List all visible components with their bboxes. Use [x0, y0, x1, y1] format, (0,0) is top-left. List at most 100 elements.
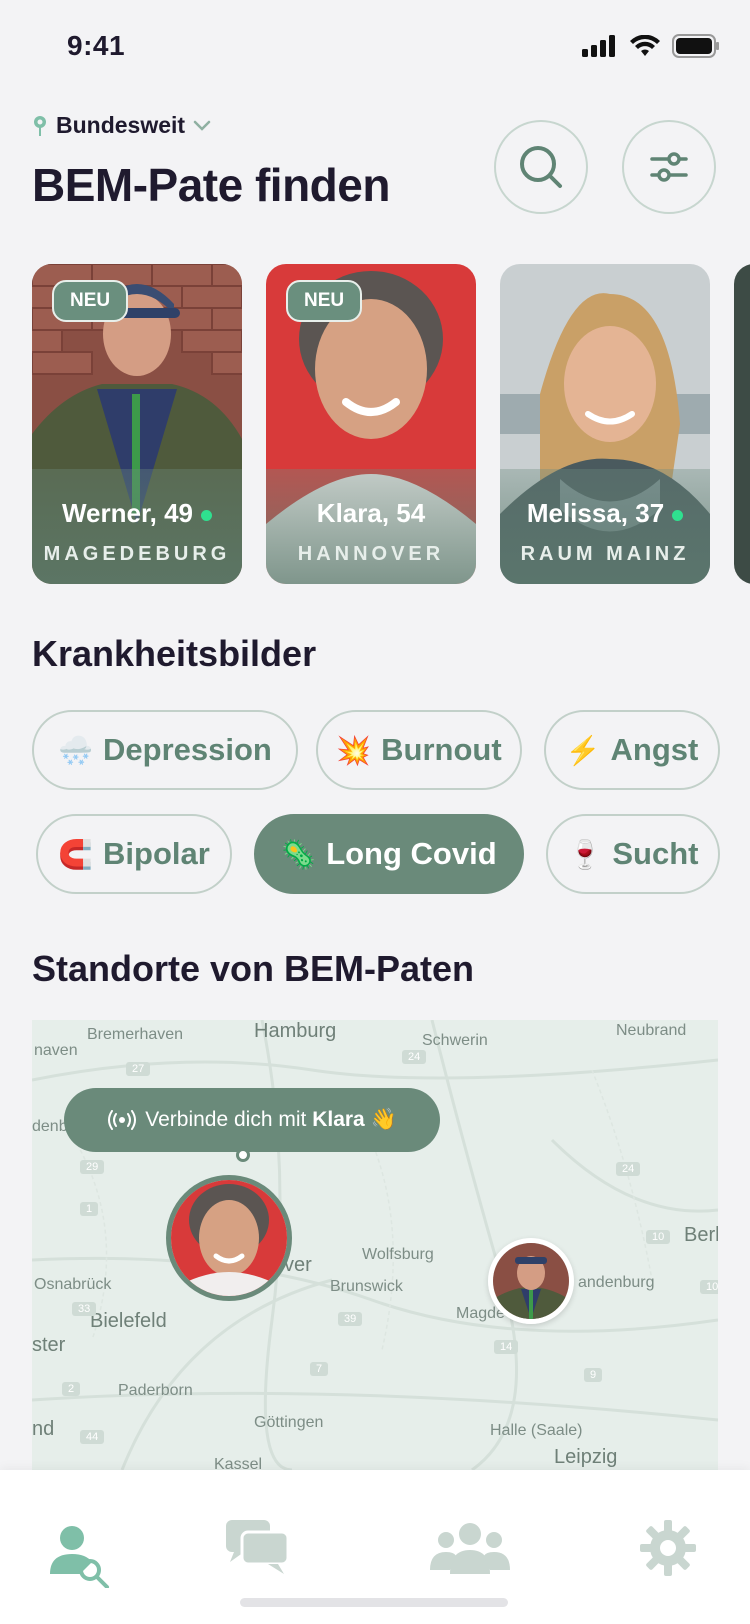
- map-label: Bielefeld: [90, 1310, 167, 1332]
- road-number: 9: [584, 1368, 603, 1382]
- chip-label: Burnout: [381, 732, 502, 767]
- status-time: 9:41: [67, 30, 126, 61]
- location-label: Bundesweit: [56, 112, 186, 138]
- map-label: Wolfsburg: [362, 1246, 434, 1263]
- road-number: 24: [402, 1050, 427, 1064]
- road-number: 29: [80, 1160, 105, 1174]
- profile-card-werner[interactable]: NEU Werner, 49 MAGEDEBURG: [32, 264, 242, 584]
- page-title: BEM-Pate finden: [32, 159, 390, 211]
- chip-angst[interactable]: ⚡ Angst: [544, 710, 720, 790]
- connect-callout[interactable]: Verbinde dich mit Klara 👋: [64, 1088, 440, 1152]
- search-person-icon: [50, 1526, 109, 1589]
- avatar-photo: [171, 1180, 287, 1296]
- avatar-photo: [493, 1243, 569, 1319]
- map-label: Göttingen: [254, 1414, 324, 1431]
- chip-label: Angst: [610, 732, 699, 767]
- map-title: Standorte von BEM-Paten: [32, 948, 475, 989]
- chip-label: Depression: [103, 732, 272, 767]
- road-number: 44: [80, 1430, 105, 1444]
- map-label: Hamburg: [254, 1020, 337, 1042]
- chip-label: Sucht: [612, 836, 699, 871]
- profile-name: Werner, 49: [32, 498, 242, 529]
- microbe-icon: 🦠: [281, 838, 317, 870]
- chip-label: Long Covid: [326, 836, 497, 871]
- broadcast-icon: [108, 1110, 137, 1130]
- status-icons: [582, 34, 720, 58]
- lightning-icon: ⚡: [565, 734, 601, 766]
- map-avatar-werner[interactable]: [488, 1238, 574, 1324]
- chevron-down-icon: [193, 120, 211, 131]
- profile-name: Melissa, 37: [500, 498, 710, 529]
- chip-label: Bipolar: [103, 836, 210, 871]
- map-label: Halle (Saale): [490, 1422, 583, 1439]
- battery-icon: [672, 34, 719, 58]
- callout-pin: [236, 1148, 250, 1162]
- road-number: 10: [700, 1280, 718, 1294]
- search-button[interactable]: [494, 120, 588, 214]
- tab-find-mentor[interactable]: [50, 1524, 112, 1593]
- map-label: Berl: [684, 1224, 718, 1246]
- callout-text: Verbinde dich mit Klara 👋: [145, 1108, 397, 1131]
- online-indicator: [672, 509, 684, 521]
- road-number: 27: [126, 1062, 151, 1076]
- road-number: 1: [80, 1202, 99, 1216]
- chip-burnout[interactable]: 💥 Burnout: [316, 710, 522, 790]
- map-label: Neubrand: [616, 1022, 687, 1039]
- map-label: nd: [32, 1418, 55, 1440]
- location-selector[interactable]: Bundesweit: [32, 112, 211, 139]
- road-number: 10: [646, 1230, 671, 1244]
- road-number: 2: [62, 1382, 81, 1396]
- group-icon: [430, 1523, 510, 1574]
- filter-button[interactable]: [622, 120, 716, 214]
- map-label: denb: [32, 1118, 68, 1135]
- search-icon: [520, 146, 562, 188]
- map-label: Osnabrück: [34, 1276, 112, 1293]
- signal-icon: [582, 35, 615, 57]
- conditions-title: Krankheitsbilder: [32, 633, 317, 674]
- profile-card-klara[interactable]: NEU Klara, 54 HANNOVER: [266, 264, 476, 584]
- chip-sucht[interactable]: 🍷 Sucht: [546, 814, 720, 894]
- map-avatar-klara[interactable]: [166, 1175, 292, 1301]
- profile-carousel[interactable]: NEU Werner, 49 MAGEDEBURG NEU Klara, 54 …: [32, 264, 750, 584]
- snow-cloud-icon: 🌨️: [58, 734, 94, 766]
- location-pin-icon: [34, 115, 46, 136]
- tab-chat[interactable]: [226, 1520, 290, 1581]
- new-badge: NEU: [52, 280, 129, 322]
- chip-bipolar[interactable]: 🧲 Bipolar: [36, 814, 232, 894]
- map-label: Kassel: [214, 1456, 263, 1470]
- waving-hand-icon: 👋: [370, 1108, 397, 1131]
- wine-glass-icon: 🍷: [567, 838, 603, 870]
- chip-depression[interactable]: 🌨️ Depression: [32, 710, 298, 790]
- gear-icon: [640, 1520, 696, 1576]
- road-number: 33: [72, 1302, 97, 1316]
- map-label: naven: [34, 1042, 78, 1059]
- road-number: 7: [310, 1362, 329, 1376]
- profile-city: RAUM MAINZ: [520, 543, 690, 565]
- filter-sliders-icon: [650, 152, 688, 182]
- online-indicator: [201, 509, 213, 521]
- map-label: ster: [32, 1334, 66, 1356]
- map-label: Bremerhaven: [87, 1026, 184, 1043]
- wifi-icon: [630, 35, 660, 56]
- road-number: 24: [616, 1162, 641, 1176]
- profile-card-next-peek[interactable]: [734, 264, 750, 584]
- new-badge: NEU: [286, 280, 363, 322]
- map-label: andenburg: [578, 1274, 655, 1291]
- map-label: Paderborn: [118, 1382, 193, 1399]
- magnet-icon: 🧲: [58, 838, 94, 870]
- tab-settings[interactable]: [640, 1520, 696, 1581]
- chat-icon: [226, 1520, 290, 1574]
- chip-long-covid[interactable]: 🦠 Long Covid: [254, 814, 524, 894]
- map-label: Schwerin: [422, 1032, 488, 1049]
- profile-city: HANNOVER: [297, 543, 445, 565]
- home-indicator: [240, 1598, 508, 1607]
- road-number: 14: [494, 1340, 519, 1354]
- road-number: 39: [338, 1312, 363, 1326]
- tab-community[interactable]: [430, 1522, 510, 1579]
- profile-city: MAGEDEBURG: [43, 543, 231, 565]
- map-label: Leipzig: [554, 1446, 618, 1468]
- collision-icon: 💥: [336, 734, 372, 766]
- map-label: Brunswick: [330, 1278, 403, 1295]
- profile-card-melissa[interactable]: Melissa, 37 RAUM MAINZ: [500, 264, 710, 584]
- profile-name: Klara, 54: [316, 498, 426, 528]
